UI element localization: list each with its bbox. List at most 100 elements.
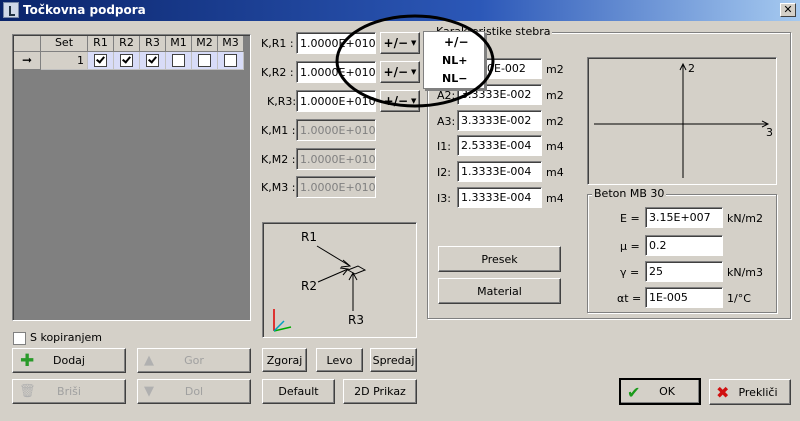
material-button[interactable]: Material: [438, 278, 561, 304]
view-left-button[interactable]: Levo: [316, 348, 363, 372]
col-header-r3[interactable]: R3: [140, 36, 166, 52]
delete-label: Briši: [57, 385, 81, 398]
input-i2[interactable]: 1.3333E-004: [457, 161, 542, 182]
unit-i1: m4: [546, 140, 564, 153]
close-button[interactable]: ✕: [780, 3, 796, 17]
view-default-button[interactable]: Default: [262, 379, 335, 404]
r2-arrow: [317, 268, 349, 283]
input-i3[interactable]: 1.3333E-004: [457, 187, 542, 208]
window-title: Točkovna podpora: [23, 3, 146, 17]
checkbox-r3[interactable]: [146, 54, 159, 67]
cell-r3[interactable]: [140, 52, 166, 70]
col-header-r2[interactable]: R2: [114, 36, 140, 52]
diagram-label-r1: R1: [301, 230, 317, 244]
cell-r2[interactable]: [114, 52, 140, 70]
support-diagram-svg: [273, 245, 367, 332]
type-label-r2: +/−: [383, 65, 409, 79]
ok-button[interactable]: ✔ OK: [619, 378, 701, 405]
cell-r1[interactable]: [88, 52, 114, 70]
arrow-down-icon: ▼: [144, 384, 154, 399]
prop-label-i2: I2:: [437, 166, 451, 179]
type-dropdown-r1[interactable]: +/− ▼: [380, 32, 420, 54]
checkbox-m2[interactable]: [198, 54, 211, 67]
input-e[interactable]: 3.15E+007: [645, 207, 723, 228]
cell-set[interactable]: 1: [41, 52, 88, 70]
down-label: Dol: [184, 385, 204, 398]
menu-item-plus-minus[interactable]: +/−: [444, 35, 469, 49]
prop-label-i3: I3:: [437, 192, 451, 205]
prop-label-a2: A2:: [437, 89, 456, 102]
checkbox-m1[interactable]: [172, 54, 185, 67]
cell-m2[interactable]: [192, 52, 218, 70]
axes-preview: 2 3: [587, 57, 777, 185]
unit-i3: m4: [546, 192, 564, 205]
ok-label: OK: [659, 385, 675, 398]
copy-label: S kopiranjem: [30, 331, 102, 344]
delete-button[interactable]: 🗑 Briši: [12, 379, 126, 404]
mat-label-gamma: γ =: [620, 266, 640, 279]
presek-button[interactable]: Presek: [438, 246, 561, 272]
unit-a3: m2: [546, 115, 564, 128]
unit-alpha: 1/°C: [727, 292, 751, 305]
support-diagram: R1 R2 R3: [262, 222, 417, 338]
mat-label-e: E =: [620, 212, 640, 225]
type-dropdown-r3[interactable]: +/− ▼: [380, 90, 420, 112]
col-header-r1[interactable]: R1: [88, 36, 114, 52]
plus-icon: ✚: [20, 351, 35, 371]
type-dropdown-r2[interactable]: +/− ▼: [380, 61, 420, 83]
app-icon: [3, 2, 19, 18]
copy-checkbox-row[interactable]: S kopiranjem: [13, 331, 133, 345]
input-a3[interactable]: 3.3333E-002: [457, 110, 542, 131]
mat-label-alpha: αt =: [617, 292, 642, 305]
input-i1[interactable]: 2.5333E-004: [457, 135, 542, 156]
checkbox-m3[interactable]: [224, 54, 237, 67]
chevron-down-icon: ▼: [411, 39, 417, 47]
type-dropdown-menu: +/− NL+ NL−: [423, 31, 485, 89]
add-button[interactable]: ✚ Dodaj: [12, 348, 126, 373]
unit-e: kN/m2: [727, 212, 764, 225]
type-label-r1: +/−: [383, 36, 409, 50]
title-bar: Točkovna podpora: [0, 0, 800, 21]
axis-label-2: 2: [688, 62, 695, 75]
unit-gamma: kN/m3: [727, 266, 764, 279]
label-kr1: K,R1 :: [261, 37, 294, 50]
view-2d-button[interactable]: 2D Prikaz: [343, 379, 417, 404]
input-kr1[interactable]: 1.0000E+010: [296, 32, 376, 54]
col-header-m2[interactable]: M2: [192, 36, 218, 52]
chevron-down-icon: ▼: [411, 68, 417, 76]
col-header-set[interactable]: Set: [41, 36, 88, 52]
label-km3: K,M3 :: [261, 181, 296, 194]
support-node: [346, 265, 367, 275]
input-gamma[interactable]: 25: [645, 261, 723, 282]
down-button[interactable]: ▼ Dol: [137, 379, 251, 404]
label-km1: K,M1 :: [261, 124, 296, 137]
view-top-button[interactable]: Zgoraj: [262, 348, 307, 372]
x-icon: ✖: [716, 383, 730, 402]
cancel-button[interactable]: ✖ Prekliči: [709, 379, 791, 405]
col-header-m1[interactable]: M1: [166, 36, 192, 52]
col-header-m3[interactable]: M3: [218, 36, 244, 52]
cell-m1[interactable]: [166, 52, 192, 70]
checkbox-r2[interactable]: [120, 54, 133, 67]
row-indicator[interactable]: ➞: [14, 52, 41, 70]
label-kr3: K,R3:: [267, 95, 297, 108]
menu-item-nl-plus[interactable]: NL+: [442, 54, 467, 67]
input-km1: 1.0000E+010: [296, 119, 376, 141]
label-km2: K,M2 :: [261, 153, 296, 166]
input-mu[interactable]: 0.2: [645, 235, 723, 256]
grid-corner: [14, 36, 41, 52]
input-kr2[interactable]: 1.0000E+010: [296, 61, 376, 83]
input-kr3[interactable]: 1.0000E+010: [296, 90, 376, 112]
unit-a2: m2: [546, 89, 564, 102]
arrow-up-icon: ▲: [144, 353, 154, 368]
view-front-button[interactable]: Spredaj: [370, 348, 417, 372]
copy-checkbox[interactable]: [13, 332, 26, 345]
input-alpha[interactable]: 1E-005: [645, 287, 723, 308]
menu-item-nl-minus[interactable]: NL−: [442, 72, 467, 85]
support-set-grid[interactable]: Set R1 R2 R3 M1 M2 M3 ➞ 1: [12, 34, 251, 321]
chevron-down-icon: ▼: [411, 97, 417, 105]
checkbox-r1[interactable]: [94, 54, 107, 67]
checkmark-icon: ✔: [627, 383, 641, 402]
up-button[interactable]: ▲ Gor: [137, 348, 251, 373]
cell-m3[interactable]: [218, 52, 244, 70]
